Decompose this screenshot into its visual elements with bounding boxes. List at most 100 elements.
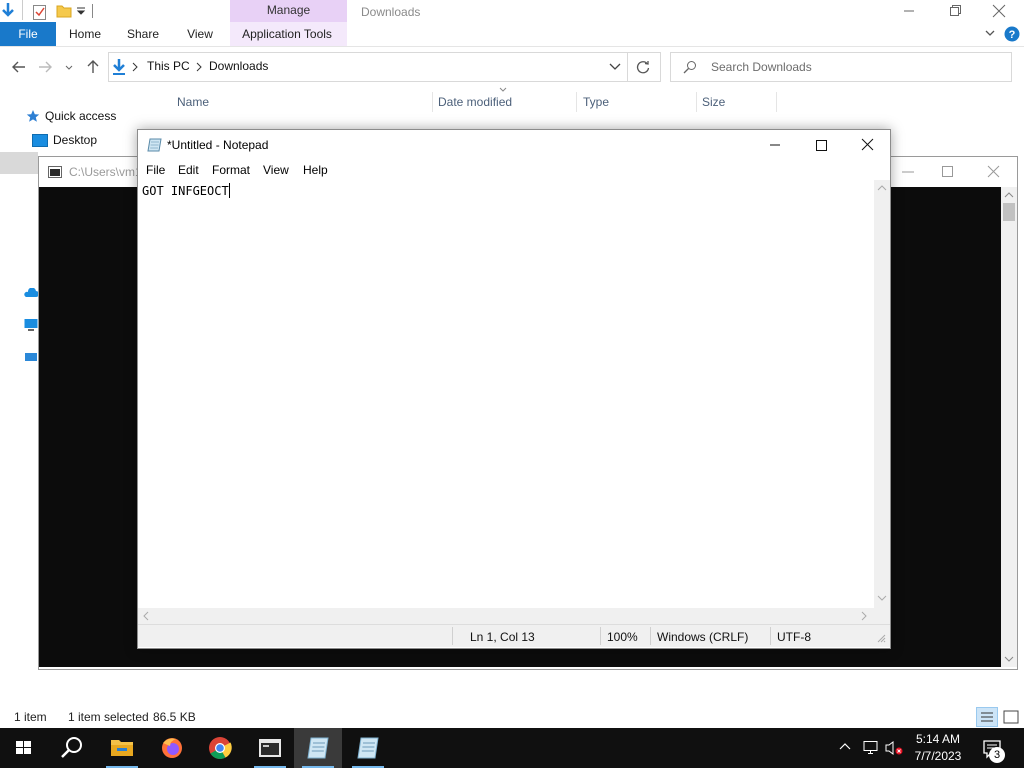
notepad-vertical-scrollbar[interactable]	[874, 180, 890, 608]
resize-grip-icon[interactable]	[876, 633, 886, 643]
line-ending: Windows (CRLF)	[657, 630, 749, 644]
search-icon	[683, 60, 697, 74]
address-row: This PC Downloads Search Downloads	[0, 52, 1024, 82]
chrome-taskbar-button[interactable]	[196, 728, 244, 768]
notepad-window: *Untitled - Notepad File Edit Format Vie…	[137, 129, 891, 649]
network-icon[interactable]	[862, 740, 880, 756]
notepad-close-icon[interactable]	[844, 130, 890, 160]
nav-desktop[interactable]: Desktop	[53, 130, 97, 150]
tab-application-tools[interactable]: Application Tools	[232, 22, 342, 46]
column-size[interactable]: Size	[702, 92, 725, 112]
breadcrumb-this-pc[interactable]: This PC	[147, 59, 190, 73]
notepad-text-area[interactable]: GOT INFGEOCT	[138, 180, 874, 608]
chevron-up-icon[interactable]	[838, 741, 852, 751]
menu-format[interactable]: Format	[212, 163, 250, 177]
notepad-taskbar-button[interactable]	[344, 728, 392, 768]
refresh-icon[interactable]	[635, 59, 651, 75]
text-caret	[228, 183, 230, 198]
ribbon-tabs: File Home Share View Application Tools ?	[0, 22, 1024, 47]
svg-text:?: ?	[1009, 29, 1016, 41]
menu-view[interactable]: View	[263, 163, 289, 177]
notification-count-badge: 3	[989, 747, 1005, 763]
column-name[interactable]: Name	[177, 92, 209, 112]
up-arrow-icon[interactable]	[82, 52, 104, 82]
taskbar-clock[interactable]: 5:14 AM 7/7/2023	[904, 731, 972, 765]
notepad-maximize-icon[interactable]	[798, 130, 844, 160]
taskbar: 5:14 AM 7/7/2023 3	[0, 728, 1024, 768]
tab-view[interactable]: View	[178, 22, 222, 46]
nav-selected-item[interactable]	[0, 152, 38, 174]
volume-muted-icon[interactable]	[884, 740, 904, 756]
tab-file[interactable]: File	[0, 22, 56, 46]
help-icon[interactable]: ?	[1004, 26, 1020, 42]
quick-access-toolbar	[0, 0, 230, 24]
expand-ribbon-icon[interactable]	[984, 28, 996, 38]
search-placeholder: Search Downloads	[711, 60, 812, 74]
notepad-minimize-icon[interactable]	[752, 130, 798, 160]
firefox-icon	[162, 738, 182, 758]
console-taskbar-button[interactable]	[246, 728, 294, 768]
scroll-down-icon[interactable]	[1004, 655, 1014, 663]
folder-icon	[111, 740, 133, 756]
this-pc-icon[interactable]	[24, 318, 38, 332]
nav-quick-access[interactable]: Quick access	[45, 106, 116, 126]
notepad-taskbar-button-active[interactable]	[294, 728, 342, 768]
console-maximize-icon[interactable]	[941, 165, 955, 179]
menu-edit[interactable]: Edit	[178, 163, 199, 177]
address-bar[interactable]: This PC Downloads	[108, 52, 661, 82]
forward-arrow-icon[interactable]	[34, 52, 56, 82]
console-icon	[259, 739, 281, 757]
search-icon	[61, 737, 82, 758]
recent-locations-icon[interactable]	[62, 52, 84, 82]
manage-context-tab[interactable]: Manage	[230, 0, 347, 22]
breadcrumb-downloads[interactable]: Downloads	[209, 59, 268, 73]
scroll-thumb[interactable]	[1003, 203, 1015, 221]
search-input[interactable]: Search Downloads	[670, 52, 1012, 82]
scroll-right-icon[interactable]	[860, 611, 868, 621]
chrome-icon	[209, 737, 232, 759]
notepad-title: *Untitled - Notepad	[167, 138, 269, 152]
console-scrollbar[interactable]	[1001, 187, 1017, 667]
close-icon[interactable]	[976, 0, 1022, 22]
notepad-status-bar: Ln 1, Col 13 100% Windows (CRLF) UTF-8	[138, 624, 890, 647]
notepad-icon	[357, 737, 379, 759]
firefox-taskbar-button[interactable]	[148, 728, 196, 768]
console-minimize-icon[interactable]	[901, 165, 915, 179]
minimize-icon[interactable]	[886, 0, 932, 22]
scroll-left-icon[interactable]	[142, 611, 150, 621]
download-arrow-icon[interactable]	[0, 2, 16, 20]
selected-size: 86.5 KB	[153, 710, 196, 724]
search-taskbar-button[interactable]	[48, 728, 96, 768]
notepad-horizontal-scrollbar[interactable]	[138, 608, 874, 624]
scroll-up-icon[interactable]	[877, 184, 887, 192]
onedrive-icon[interactable]	[24, 288, 38, 298]
menu-file[interactable]: File	[146, 163, 165, 177]
new-folder-icon[interactable]	[56, 3, 72, 19]
address-dropdown-icon[interactable]	[609, 62, 621, 72]
column-date-modified[interactable]: Date modified	[438, 92, 512, 112]
notepad-menu-bar: File Edit Format View Help	[138, 160, 890, 180]
start-button[interactable]	[0, 728, 48, 768]
notepad-icon	[307, 737, 329, 759]
scroll-up-icon[interactable]	[1004, 191, 1014, 199]
details-view-icon[interactable]	[976, 707, 998, 727]
explorer-status-bar: 1 item 1 item selected 86.5 KB	[0, 706, 1024, 728]
properties-icon[interactable]	[32, 3, 48, 21]
column-type[interactable]: Type	[583, 92, 609, 112]
customize-toolbar-icon[interactable]	[76, 5, 86, 17]
menu-help[interactable]: Help	[303, 163, 328, 177]
restore-icon[interactable]	[932, 0, 978, 22]
notepad-title-bar[interactable]: *Untitled - Notepad	[138, 130, 890, 160]
large-icons-view-icon[interactable]	[1002, 708, 1020, 726]
tab-share[interactable]: Share	[120, 22, 166, 46]
console-close-icon[interactable]	[987, 165, 1001, 179]
back-arrow-icon[interactable]	[8, 52, 30, 82]
tab-home[interactable]: Home	[62, 22, 108, 46]
notepad-content: GOT INFGEOCT	[142, 184, 229, 198]
console-title: C:\Users\vm1	[69, 165, 142, 179]
zoom-level: 100%	[607, 630, 638, 644]
selected-count: 1 item selected	[68, 710, 149, 724]
scroll-down-icon[interactable]	[877, 594, 887, 602]
file-explorer-taskbar-button[interactable]	[98, 728, 146, 768]
network-icon[interactable]	[24, 350, 38, 364]
